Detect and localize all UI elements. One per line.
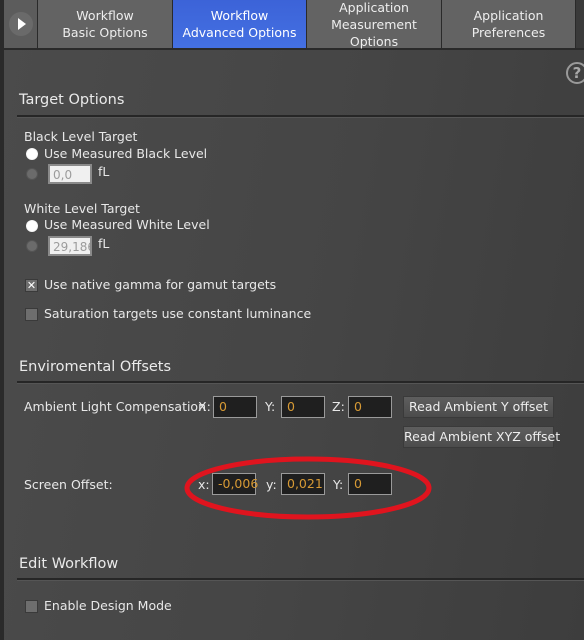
- ambient-x-input[interactable]: 0: [213, 396, 257, 418]
- saturation-constant-luminance-checkbox[interactable]: [25, 308, 38, 321]
- section-title-target-options: Target Options: [19, 92, 125, 108]
- use-measured-black-label[interactable]: Use Measured Black Level: [44, 146, 207, 161]
- tab-bar-filler: [576, 0, 584, 48]
- section-divider: [17, 578, 584, 581]
- tab-workflow-advanced-options[interactable]: Workflow Advanced Options: [173, 0, 307, 48]
- native-gamma-label[interactable]: Use native gamma for gamut targets: [44, 277, 276, 292]
- enable-design-mode-label[interactable]: Enable Design Mode: [44, 598, 172, 613]
- red-annotation-ellipse: [184, 456, 432, 520]
- radio-custom-black[interactable]: [26, 168, 38, 180]
- tab-label-line2: Measurement Options: [331, 16, 417, 49]
- ambient-x-label: X:: [198, 399, 211, 414]
- tab-application-measurement-options[interactable]: Application Measurement Options: [307, 0, 442, 49]
- section-title-environmental-offsets: Enviromental Offsets: [19, 359, 172, 375]
- saturation-constant-luminance-label[interactable]: Saturation targets use constant luminanc…: [44, 306, 311, 321]
- radio-use-measured-white[interactable]: [26, 220, 38, 232]
- ambient-z-input[interactable]: 0: [348, 396, 392, 418]
- tab-bar: Workflow Basic Options Workflow Advanced…: [4, 0, 584, 50]
- radio-custom-white[interactable]: [26, 240, 38, 252]
- tab-workflow-basic-options[interactable]: Workflow Basic Options: [38, 0, 173, 48]
- radio-use-measured-black[interactable]: [26, 148, 38, 160]
- ambient-light-compensation-label: Ambient Light Compensation: [24, 399, 207, 414]
- enable-design-mode-checkbox[interactable]: [25, 600, 38, 613]
- black-level-unit: fL: [98, 164, 110, 179]
- tab-label-line2: Preferences: [471, 25, 546, 40]
- play-arrow-icon: [17, 18, 26, 30]
- section-divider: [17, 381, 584, 384]
- read-ambient-xyz-offset-button[interactable]: Read Ambient XYZ offset: [403, 426, 560, 448]
- white-level-target-label: White Level Target: [24, 201, 140, 216]
- screen-offset-label: Screen Offset:: [24, 477, 113, 492]
- expand-button[interactable]: [4, 0, 38, 48]
- section-divider: [17, 115, 584, 118]
- white-level-unit: fL: [98, 236, 110, 251]
- black-level-target-label: Black Level Target: [24, 129, 138, 144]
- tab-label-line1: Workflow: [210, 8, 269, 23]
- tab-label-line2: Advanced Options: [182, 25, 297, 40]
- tab-label-line1: Workflow: [76, 8, 134, 23]
- black-level-input[interactable]: 0,0: [48, 164, 92, 184]
- read-ambient-y-offset-button[interactable]: Read Ambient Y offset: [403, 396, 554, 418]
- ambient-z-label: Z:: [332, 399, 345, 414]
- help-icon[interactable]: ?: [566, 62, 584, 84]
- white-level-input[interactable]: 29,186: [48, 236, 92, 256]
- use-measured-white-label[interactable]: Use Measured White Level: [44, 217, 210, 232]
- tab-application-preferences[interactable]: Application Preferences: [442, 0, 576, 48]
- ambient-y-label: Y:: [265, 399, 276, 414]
- expand-button-circle: [8, 12, 33, 36]
- section-title-edit-workflow: Edit Workflow: [19, 556, 119, 572]
- ambient-y-input[interactable]: 0: [281, 396, 325, 418]
- tab-label-line2: Basic Options: [62, 25, 148, 40]
- native-gamma-checkbox[interactable]: ✕: [25, 279, 38, 292]
- tab-label-line1: Application: [473, 8, 544, 23]
- tab-label-line1: Application: [339, 0, 409, 15]
